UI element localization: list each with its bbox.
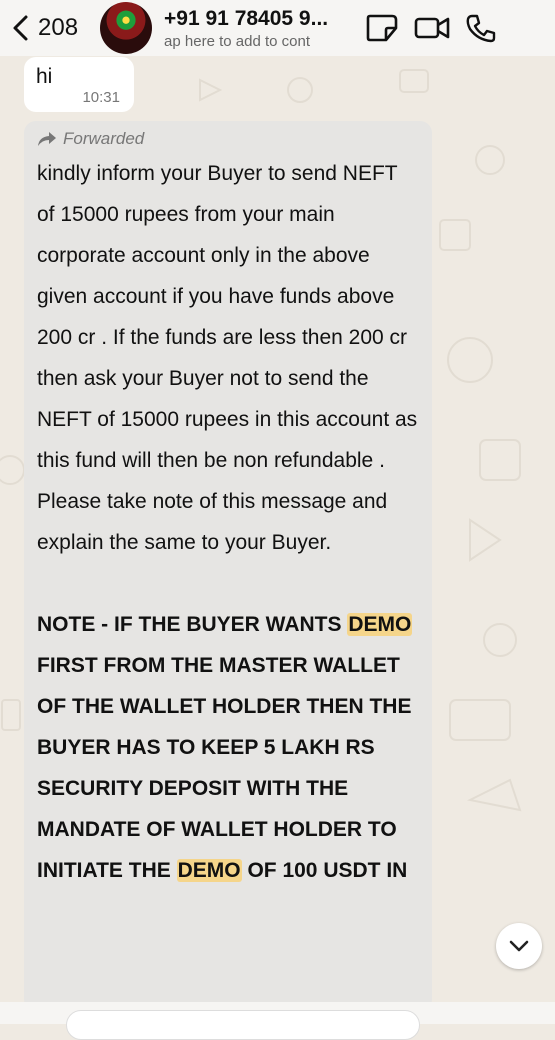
chevron-left-icon <box>13 15 28 41</box>
phone-icon <box>466 14 496 43</box>
note-text: OF 100 USDT IN <box>241 859 408 882</box>
forward-arrow-icon <box>38 132 56 146</box>
message-text: hi <box>36 65 53 88</box>
contact-info[interactable]: +91 91 78405 9... ap here to add to cont <box>164 7 336 50</box>
message-note: NOTE - IF THE BUYER WANTS DEMO FIRST FRO… <box>37 604 418 891</box>
avatar[interactable] <box>100 2 153 54</box>
video-call-button[interactable] <box>414 12 450 44</box>
sticker-icon <box>366 14 398 42</box>
message-input[interactable] <box>66 1010 420 1040</box>
scroll-to-bottom-button[interactable] <box>496 923 542 969</box>
search-highlight: DEMO <box>347 613 413 636</box>
message-bubble-hi[interactable]: hi 10:31 <box>24 57 134 112</box>
contact-subtitle: ap here to add to cont <box>164 32 310 50</box>
unread-count: 208 <box>38 14 79 41</box>
message-paragraph: kindly inform your Buyer to send NEFT of… <box>37 162 418 554</box>
message-bubble-forwarded[interactable]: Forwarded kindly inform your Buyer to se… <box>24 121 432 1011</box>
chevron-down-icon <box>509 940 529 952</box>
note-text: FIRST FROM THE MASTER WALLET OF THE WALL… <box>37 654 412 882</box>
note-text: NOTE - IF THE BUYER WANTS <box>37 613 348 636</box>
search-highlight: DEMO <box>176 859 242 882</box>
voice-call-button[interactable] <box>464 12 500 44</box>
sticker-button[interactable] <box>364 12 400 44</box>
forwarded-label: Forwarded <box>37 129 418 149</box>
header-actions <box>350 12 500 44</box>
video-icon <box>414 17 450 39</box>
contact-name: +91 91 78405 9... <box>164 6 329 30</box>
message-time: 10:31 <box>82 89 120 106</box>
chat-header: 208 +91 91 78405 9... ap here to add to … <box>0 0 555 56</box>
back-button[interactable]: 208 <box>10 14 78 42</box>
forwarded-text: Forwarded <box>63 129 145 148</box>
message-body: kindly inform your Buyer to send NEFT of… <box>37 153 418 891</box>
